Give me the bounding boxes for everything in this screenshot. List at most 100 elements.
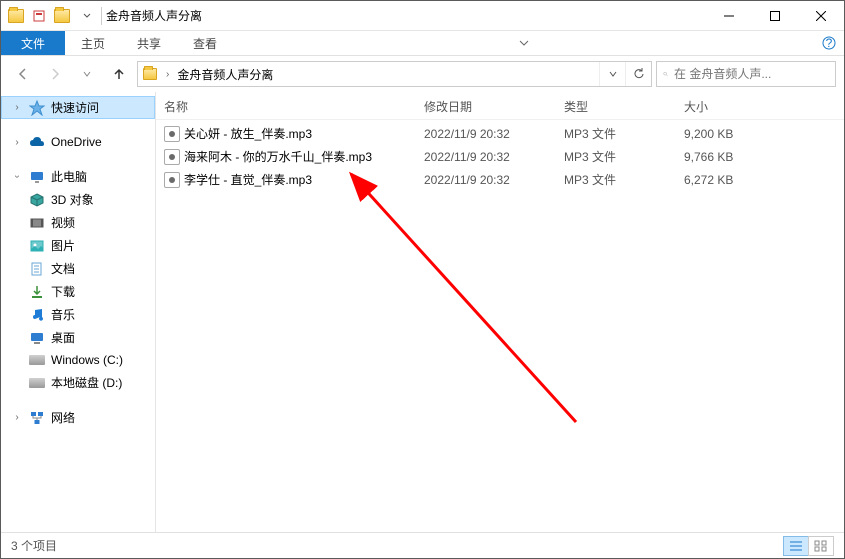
file-name: 海来阿木 - 你的万水千山_伴奏.mp3 — [184, 148, 372, 165]
search-box[interactable] — [656, 61, 836, 87]
sidebar-label: 此电脑 — [51, 168, 87, 185]
new-folder-icon[interactable] — [51, 5, 73, 27]
status-bar: 3 个项目 — [1, 532, 844, 558]
forward-button[interactable] — [41, 60, 69, 88]
sidebar-item-downloads[interactable]: 下载 — [1, 280, 155, 303]
column-type[interactable]: 类型 — [564, 98, 684, 115]
details-view-button[interactable] — [783, 536, 809, 556]
file-date: 2022/11/9 20:32 — [424, 173, 564, 187]
sidebar-item-3d-objects[interactable]: 3D 对象 — [1, 188, 155, 211]
maximize-button[interactable] — [752, 1, 798, 31]
file-row[interactable]: 关心妍 - 放生_伴奏.mp3 2022/11/9 20:32 MP3 文件 9… — [164, 122, 836, 145]
drive-icon — [29, 375, 45, 391]
item-count: 3 个项目 — [11, 537, 57, 554]
ribbon-tabs: 文件 主页 共享 查看 ? — [1, 31, 844, 56]
sidebar-item-network[interactable]: › 网络 — [1, 406, 155, 429]
video-icon — [29, 215, 45, 231]
music-icon — [29, 307, 45, 323]
close-button[interactable] — [798, 1, 844, 31]
chevron-right-icon[interactable]: › — [11, 137, 23, 148]
cube-icon — [29, 192, 45, 208]
folder-icon — [138, 68, 162, 80]
sidebar-item-quick-access[interactable]: › 快速访问 — [1, 96, 155, 119]
audio-file-icon — [164, 126, 180, 142]
audio-file-icon — [164, 172, 180, 188]
sidebar-item-desktop[interactable]: 桌面 — [1, 326, 155, 349]
sidebar-item-documents[interactable]: 文档 — [1, 257, 155, 280]
drive-icon — [29, 352, 45, 368]
sidebar-item-onedrive[interactable]: › OneDrive — [1, 131, 155, 153]
chevron-down-icon[interactable]: › — [12, 171, 23, 183]
icons-view-button[interactable] — [808, 536, 834, 556]
breadcrumb-segment[interactable]: 金舟音频人声分离 — [173, 62, 277, 86]
sidebar-label: 快速访问 — [51, 99, 99, 116]
desktop-icon — [29, 330, 45, 346]
search-input[interactable] — [674, 67, 829, 81]
sidebar-label: 下载 — [51, 283, 75, 300]
chevron-right-icon[interactable]: › — [11, 412, 23, 423]
properties-icon[interactable] — [28, 5, 50, 27]
download-icon — [29, 284, 45, 300]
file-list-pane: 名称 修改日期 类型 大小 关心妍 - 放生_伴奏.mp3 2022/11/9 … — [156, 92, 844, 532]
navigation-pane: › 快速访问 › OneDrive › 此电脑 3D 对象 视频 图片 — [1, 92, 156, 532]
column-name[interactable]: 名称 — [164, 98, 424, 115]
separator — [101, 7, 102, 25]
file-name: 关心妍 - 放生_伴奏.mp3 — [184, 125, 312, 142]
svg-text:?: ? — [826, 36, 833, 50]
breadcrumb-root[interactable]: › — [162, 62, 173, 86]
refresh-button[interactable] — [625, 62, 651, 86]
sidebar-label: 视频 — [51, 214, 75, 231]
sidebar-item-music[interactable]: 音乐 — [1, 303, 155, 326]
pictures-icon — [29, 238, 45, 254]
back-button[interactable] — [9, 60, 37, 88]
tab-home[interactable]: 主页 — [65, 31, 121, 55]
documents-icon — [29, 261, 45, 277]
network-icon — [29, 410, 45, 426]
sidebar-label: 文档 — [51, 260, 75, 277]
file-date: 2022/11/9 20:32 — [424, 127, 564, 141]
sidebar-item-drive-c[interactable]: Windows (C:) — [1, 349, 155, 371]
breadcrumb-label: 金舟音频人声分离 — [177, 66, 273, 83]
sidebar-item-videos[interactable]: 视频 — [1, 211, 155, 234]
sidebar-label: 音乐 — [51, 306, 75, 323]
file-name: 李学仕 - 直觉_伴奏.mp3 — [184, 171, 312, 188]
qat-dropdown[interactable] — [77, 12, 97, 20]
chevron-right-icon[interactable]: › — [11, 102, 23, 113]
column-size[interactable]: 大小 — [684, 98, 784, 115]
title-bar: 金舟音频人声分离 — [1, 1, 844, 31]
address-bar[interactable]: › 金舟音频人声分离 — [137, 61, 652, 87]
search-icon — [663, 67, 668, 81]
tab-share[interactable]: 共享 — [121, 31, 177, 55]
sidebar-item-this-pc[interactable]: › 此电脑 — [1, 165, 155, 188]
sidebar-label: 3D 对象 — [51, 191, 94, 208]
cloud-icon — [29, 134, 45, 150]
star-icon — [29, 100, 45, 116]
sidebar-label: Windows (C:) — [51, 353, 123, 367]
address-dropdown[interactable] — [599, 62, 625, 86]
up-button[interactable] — [105, 60, 133, 88]
file-type: MP3 文件 — [564, 148, 684, 165]
file-size: 9,200 KB — [684, 127, 784, 141]
column-date[interactable]: 修改日期 — [424, 98, 564, 115]
recent-dropdown[interactable] — [73, 60, 101, 88]
window-title: 金舟音频人声分离 — [106, 7, 202, 24]
column-headers: 名称 修改日期 类型 大小 — [156, 92, 844, 120]
file-row[interactable]: 海来阿木 - 你的万水千山_伴奏.mp3 2022/11/9 20:32 MP3… — [164, 145, 836, 168]
audio-file-icon — [164, 149, 180, 165]
sidebar-item-pictures[interactable]: 图片 — [1, 234, 155, 257]
file-size: 9,766 KB — [684, 150, 784, 164]
ribbon-help-button[interactable]: ? — [814, 31, 844, 55]
file-date: 2022/11/9 20:32 — [424, 150, 564, 164]
sidebar-item-drive-d[interactable]: 本地磁盘 (D:) — [1, 371, 155, 394]
navigation-bar: › 金舟音频人声分离 — [1, 56, 844, 92]
file-type: MP3 文件 — [564, 171, 684, 188]
file-type: MP3 文件 — [564, 125, 684, 142]
ribbon-expand-button[interactable] — [504, 31, 544, 55]
file-row[interactable]: 李学仕 - 直觉_伴奏.mp3 2022/11/9 20:32 MP3 文件 6… — [164, 168, 836, 191]
tab-file[interactable]: 文件 — [1, 31, 65, 55]
sidebar-label: OneDrive — [51, 135, 102, 149]
folder-icon — [5, 5, 27, 27]
sidebar-label: 图片 — [51, 237, 75, 254]
minimize-button[interactable] — [706, 1, 752, 31]
tab-view[interactable]: 查看 — [177, 31, 233, 55]
